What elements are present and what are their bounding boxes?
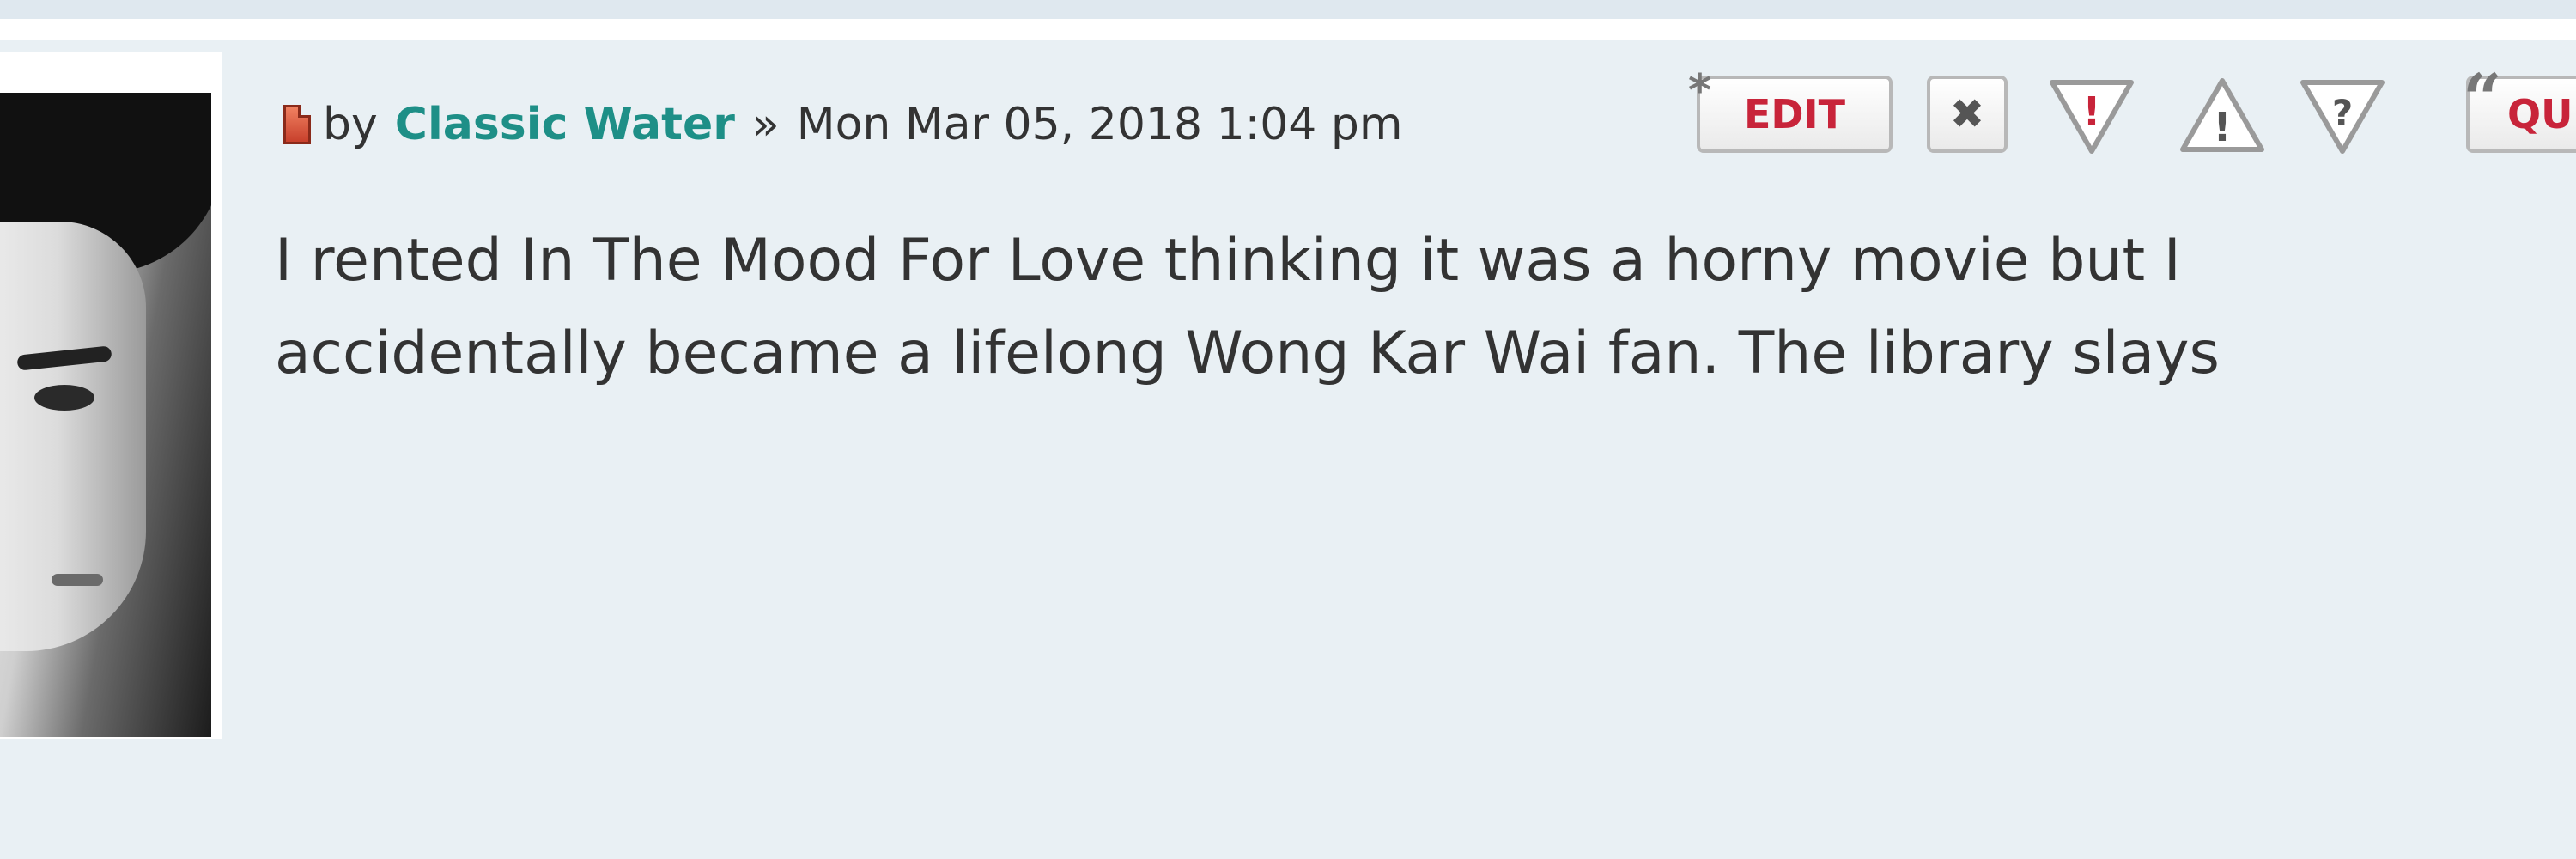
delete-icon: ✖ [1949, 90, 1985, 138]
post-separator [0, 19, 2576, 40]
info-symbol: ? [2332, 92, 2353, 134]
edit-button[interactable]: * EDIT [1688, 65, 1893, 153]
avatar-eye [34, 385, 94, 411]
author-link[interactable]: Classic Water [395, 99, 735, 150]
by-label: by [323, 99, 378, 150]
separator: » [751, 99, 780, 150]
report-symbol: ! [2083, 88, 2101, 135]
quote-icon: “ [2463, 58, 2503, 139]
warning-symbol: ! [2214, 104, 2232, 150]
avatar[interactable] [0, 93, 211, 737]
post-header: by Classic Water » Mon Mar 05, 2018 1:04… [283, 94, 1403, 155]
delete-button[interactable]: ✖ [1927, 76, 2008, 153]
quote-label: QU [2507, 91, 2573, 137]
quote-button[interactable]: “ QU [2463, 58, 2576, 153]
top-border [0, 0, 2576, 19]
post-container [0, 40, 2576, 859]
edit-label: EDIT [1743, 91, 1846, 137]
edit-star-icon: * [1688, 65, 1712, 117]
report-button[interactable]: ! [2047, 74, 2136, 156]
info-button[interactable]: ? [2298, 74, 2387, 156]
avatar-lip [52, 574, 103, 586]
post-timestamp: Mon Mar 05, 2018 1:04 pm [796, 99, 1403, 150]
post-body-line-2: accidentally became a lifelong Wong Kar … [275, 320, 2220, 387]
post-body-line-1: I rented In The Mood For Love thinking i… [275, 227, 2181, 295]
warning-button[interactable]: ! [2178, 74, 2267, 156]
avatar-face [0, 222, 146, 651]
post-icon[interactable] [283, 105, 311, 144]
post-body: I rented In The Mood For Love thinking i… [275, 215, 2421, 400]
